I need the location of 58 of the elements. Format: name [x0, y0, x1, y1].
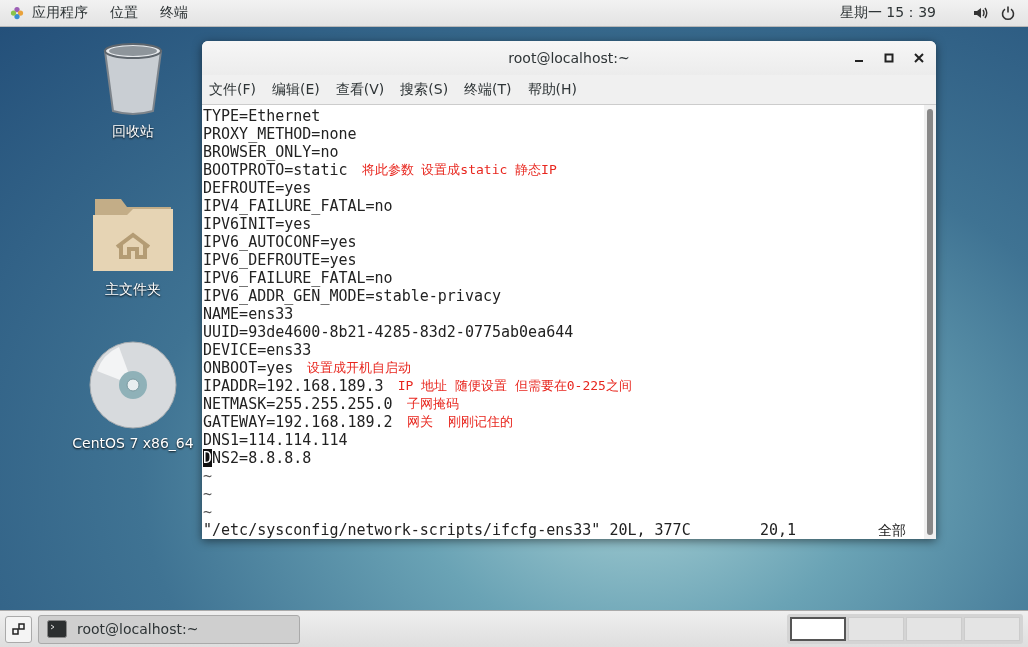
- top-menu[interactable]: 应用程序: [32, 4, 88, 22]
- annotation: 将此参数 设置成static 静态IP: [361, 161, 557, 179]
- maximize-icon[interactable]: [884, 53, 894, 63]
- terminal-line: IPV4_FAILURE_FATAL=no: [203, 197, 393, 215]
- menu-item[interactable]: 查看(V): [335, 80, 385, 99]
- terminal-line: ~: [203, 503, 213, 521]
- desktop-icon-label[interactable]: 主文件夹: [105, 281, 161, 299]
- scrollbar[interactable]: [924, 105, 936, 539]
- close-icon[interactable]: [914, 53, 924, 63]
- terminal-line: ~: [203, 485, 213, 503]
- terminal-line: IPV6_FAILURE_FATAL=no: [203, 269, 393, 287]
- volume-icon[interactable]: [972, 5, 988, 21]
- trash-icon[interactable]: [101, 41, 165, 117]
- terminal-line: BROWSER_ONLY=no: [203, 143, 339, 161]
- terminal-line: IPV6_AUTOCONF=yes: [203, 233, 357, 251]
- power-icon[interactable]: [1000, 5, 1016, 21]
- terminal-line: IPV6INIT=yes: [203, 215, 312, 233]
- terminal-line: DEVICE=ens33: [203, 341, 312, 359]
- disc-icon[interactable]: [89, 341, 177, 429]
- clock[interactable]: 星期一 15：39: [839, 4, 936, 22]
- terminal-line: BOOTPROTO=static: [203, 161, 348, 179]
- terminal-line: DEFROUTE=yes: [203, 179, 312, 197]
- terminal-line: PROXY_METHOD=none: [203, 125, 357, 143]
- terminal-icon: [47, 620, 67, 638]
- terminal-line: NETMASK=255.255.255.0: [203, 395, 393, 413]
- top-menu[interactable]: 终端: [160, 4, 188, 22]
- terminal-line: IPV6_ADDR_GEN_MODE=stable-privacy: [203, 287, 501, 305]
- taskbar-item[interactable]: root@localhost:~: [38, 614, 300, 644]
- terminal-line: NAME=ens33: [203, 305, 294, 323]
- show-desktop-button[interactable]: [5, 615, 32, 643]
- window-title: root@localhost:~: [508, 50, 630, 66]
- top-menu[interactable]: 位置: [110, 4, 138, 22]
- annotation: 子网掩码: [406, 395, 459, 413]
- annotation: 设置成开机自启动: [307, 359, 412, 377]
- workspace-button[interactable]: [790, 617, 846, 641]
- terminal-line: ONBOOT=yes: [203, 359, 294, 377]
- terminal-line: IPADDR=192.168.189.3: [203, 377, 384, 395]
- desktop-icon-label[interactable]: CentOS 7 x86_64: [72, 435, 194, 451]
- status-line: "/etc/sysconfig/network-scripts/ifcfg-ens33" 20L, 377C: [203, 521, 692, 539]
- cursor-position: 20,1: [760, 521, 798, 539]
- annotation: 网关 刚刚记住的: [406, 413, 514, 431]
- menu-item[interactable]: 文件(F): [209, 80, 256, 99]
- flower-icon: [10, 6, 24, 20]
- terminal-line: DNS2=8.8.8.8: [203, 449, 312, 467]
- windows-icon: [11, 622, 26, 636]
- terminal-line: GATEWAY=192.168.189.2: [203, 413, 393, 431]
- menu-item[interactable]: 编辑(E): [272, 80, 320, 99]
- desktop-icon-label[interactable]: 回收站: [112, 123, 154, 141]
- scroll-indicator: 全部: [878, 521, 906, 539]
- menu-item[interactable]: 搜索(S): [400, 80, 449, 99]
- annotation: IP 地址 随便设置 但需要在0-225之间: [397, 377, 632, 395]
- terminal-line: TYPE=Ethernet: [203, 107, 321, 125]
- terminal-line: ~: [203, 467, 213, 485]
- terminal-line: DNS1=114.114.114: [203, 431, 348, 449]
- terminal-line: IPV6_DEFROUTE=yes: [203, 251, 357, 269]
- terminal-line: UUID=93de4600-8b21-4285-83d2-0775ab0ea644: [203, 323, 574, 341]
- menu-item[interactable]: 帮助(H): [527, 80, 578, 99]
- menu-item[interactable]: 终端(T): [464, 80, 512, 99]
